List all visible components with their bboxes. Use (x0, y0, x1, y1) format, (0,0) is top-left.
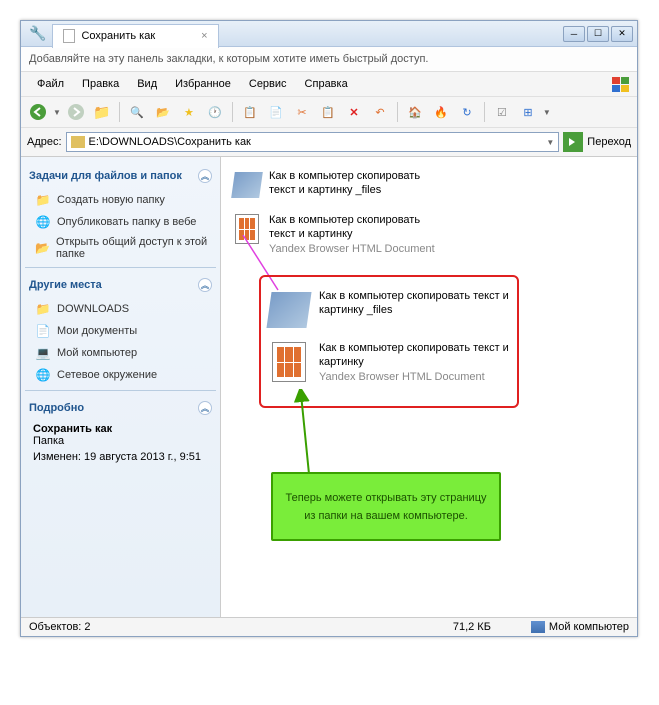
history-button[interactable]: 🕐 (204, 101, 226, 123)
sidebar: Задачи для файлов и папок ︽ 📁Создать нов… (21, 157, 221, 617)
details-modified: Изменен: 19 августа 2013 г., 9:51 (33, 451, 208, 463)
place-network[interactable]: 🌐Сетевое окружение (25, 364, 216, 386)
file-item-folder: Как в компьютер скопировать текст и карт… (269, 289, 509, 331)
go-label[interactable]: Переход (587, 136, 631, 148)
network-icon: 🌐 (35, 367, 51, 383)
status-size: 71,2 КБ (453, 621, 491, 633)
place-computer[interactable]: 💻Мой компьютер (25, 342, 216, 364)
share-icon: 📂 (35, 240, 50, 256)
task-new-folder[interactable]: 📁Создать новую папку (25, 189, 216, 211)
file-item-html[interactable]: Как в компьютер скопировать текст и карт… (229, 209, 629, 260)
arrow-right-icon (567, 136, 579, 148)
places-panel-header[interactable]: Другие места ︽ (25, 272, 216, 298)
menu-file[interactable]: Файл (29, 76, 72, 92)
delete-button[interactable]: ✕ (343, 101, 365, 123)
home-button[interactable]: 🏠 (404, 101, 426, 123)
explorer-window: 🔧 Сохранить как × ─ ☐ ✕ Добавляйте на эт… (20, 20, 638, 637)
search-button[interactable]: 🔍 (126, 101, 148, 123)
html-file-icon (233, 213, 261, 245)
chevron-up-icon: ︽ (198, 169, 212, 183)
menu-tools[interactable]: Сервис (241, 76, 295, 92)
chevron-up-icon: ︽ (198, 278, 212, 292)
place-documents[interactable]: 📄Мои документы (25, 320, 216, 342)
cut-button[interactable]: ✂ (291, 101, 313, 123)
folders-button[interactable]: 📂 (152, 101, 174, 123)
move-button[interactable]: 📋 (239, 101, 261, 123)
page-icon (63, 29, 75, 43)
file-name: Как в компьютер скопировать текст и карт… (269, 169, 439, 198)
task-publish[interactable]: 🌐Опубликовать папку в вебе (25, 211, 216, 233)
folder-icon (269, 289, 309, 331)
menu-help[interactable]: Справка (297, 76, 356, 92)
address-input[interactable]: E:\DOWNLOADS\Сохранить как ▼ (66, 132, 560, 152)
dropdown-icon[interactable]: ▼ (546, 138, 554, 147)
properties-button[interactable]: ☑ (491, 101, 513, 123)
status-objects: Объектов: 2 (29, 621, 91, 633)
file-list: Как в компьютер скопировать текст и карт… (221, 157, 637, 617)
titlebar[interactable]: 🔧 Сохранить как × ─ ☐ ✕ (21, 21, 637, 47)
copy-button[interactable]: 📄 (265, 101, 287, 123)
go-button[interactable] (563, 132, 583, 152)
computer-icon: 💻 (35, 345, 51, 361)
dropdown-icon[interactable]: ▼ (53, 108, 61, 117)
details-name: Сохранить как (33, 423, 208, 435)
details-panel-header[interactable]: Подробно ︽ (25, 395, 216, 421)
map-button[interactable]: 🔥 (430, 101, 452, 123)
file-name: Как в компьютер скопировать текст и карт… (269, 213, 439, 242)
file-item-html: Как в компьютер скопировать текст и карт… (269, 341, 509, 384)
windows-logo-icon (611, 76, 629, 92)
computer-icon (531, 621, 545, 633)
forward-button[interactable] (65, 101, 87, 123)
menu-view[interactable]: Вид (129, 76, 165, 92)
documents-icon: 📄 (35, 323, 51, 339)
maximize-button[interactable]: ☐ (587, 26, 609, 42)
new-folder-icon: 📁 (35, 192, 51, 208)
address-bar: Адрес: E:\DOWNLOADS\Сохранить как ▼ Пере… (21, 128, 637, 157)
menubar: Файл Правка Вид Избранное Сервис Справка (21, 72, 637, 96)
views-button[interactable]: ⊞ (517, 101, 539, 123)
wrench-icon: 🔧 (29, 25, 46, 42)
place-downloads[interactable]: 📁DOWNLOADS (25, 298, 216, 320)
tab-title: Сохранить как (81, 30, 155, 42)
toolbar: ▼ 📁 🔍 📂 ★ 🕐 📋 📄 ✂ 📋 ✕ ↶ 🏠 🔥 ↻ ☑ ⊞ ▼ (21, 96, 637, 128)
file-type: Yandex Browser HTML Document (269, 242, 439, 256)
html-file-icon (269, 341, 309, 383)
address-path: E:\DOWNLOADS\Сохранить как (89, 136, 251, 148)
paste-button[interactable]: 📋 (317, 101, 339, 123)
favorites-button[interactable]: ★ (178, 101, 200, 123)
globe-icon: 🌐 (35, 214, 51, 230)
menu-edit[interactable]: Правка (74, 76, 127, 92)
undo-button[interactable]: ↶ (369, 101, 391, 123)
folder-icon (233, 169, 261, 201)
status-location: Мой компьютер (531, 621, 629, 633)
bookmark-bar: Добавляйте на эту панель закладки, к кот… (21, 47, 637, 72)
details-type: Папка (33, 435, 208, 447)
refresh-button[interactable]: ↻ (456, 101, 478, 123)
minimize-button[interactable]: ─ (563, 26, 585, 42)
address-label: Адрес: (27, 136, 62, 148)
folder-icon (71, 136, 85, 148)
up-button[interactable]: 📁 (91, 101, 113, 123)
file-item-folder[interactable]: Как в компьютер скопировать текст и карт… (229, 165, 629, 205)
chevron-up-icon: ︽ (198, 401, 212, 415)
bookmark-hint: Добавляйте на эту панель закладки, к кот… (29, 53, 428, 65)
annotation-message: Теперь можете открывать эту страницу из … (271, 472, 501, 541)
task-share[interactable]: 📂Открыть общий доступ к этой папке (25, 233, 216, 263)
dropdown-icon[interactable]: ▼ (543, 108, 551, 117)
folder-icon: 📁 (35, 301, 51, 317)
annotation-callout: Как в компьютер скопировать текст и карт… (259, 275, 519, 408)
statusbar: Объектов: 2 71,2 КБ Мой компьютер (21, 617, 637, 636)
back-button[interactable] (27, 101, 49, 123)
close-button[interactable]: ✕ (611, 26, 633, 42)
tasks-panel-header[interactable]: Задачи для файлов и папок ︽ (25, 163, 216, 189)
close-icon[interactable]: × (201, 30, 207, 42)
menu-favorites[interactable]: Избранное (167, 76, 239, 92)
browser-tab[interactable]: Сохранить как × (52, 24, 218, 48)
